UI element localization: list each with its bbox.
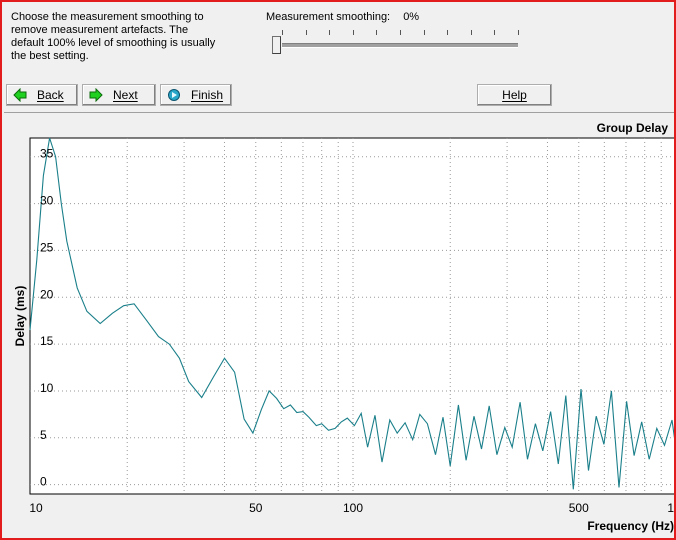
x-tick-label: 1 <box>667 501 674 515</box>
slider-tick <box>305 30 307 35</box>
back-button[interactable]: Back <box>6 84 78 106</box>
y-tick-label: 20 <box>40 287 54 301</box>
y-axis-label: Delay (ms) <box>13 286 27 347</box>
slider-tick <box>494 30 496 35</box>
x-axis-label: Frequency (Hz) <box>587 519 674 533</box>
chart-title: Group Delay <box>597 121 669 135</box>
finish-button-label: Finish <box>191 88 224 102</box>
slider-tick <box>282 30 283 35</box>
smoothing-label-text: Measurement smoothing: <box>266 11 391 23</box>
slider-tick <box>329 30 331 35</box>
slider-tick <box>352 30 354 35</box>
finish-dot-icon <box>168 89 180 101</box>
smoothing-value: 0% <box>403 11 420 23</box>
green-left-arrow-icon <box>13 88 27 102</box>
smoothing-label: Measurement smoothing: 0% <box>266 11 419 23</box>
x-tick-label: 50 <box>249 501 263 515</box>
finish-button[interactable]: Finish <box>160 84 232 106</box>
x-tick-label: 10 <box>29 501 43 515</box>
y-tick-label: 30 <box>40 194 54 208</box>
next-button[interactable]: Next <box>82 84 156 106</box>
y-tick-label: 25 <box>40 240 54 254</box>
y-tick-label: 10 <box>40 381 54 395</box>
wizard-window: Choose the measurement smoothing to remo… <box>0 0 676 540</box>
x-tick-label: 500 <box>569 501 589 515</box>
help-button[interactable]: Help <box>477 84 552 106</box>
group-delay-chart: 0 5 10 15 20 25 30 35 10 50 100 500 1 Group Delay F… <box>13 121 674 533</box>
group-delay-chart-panel: 0 5 10 15 20 25 30 35 10 50 100 500 1 Group Delay F… <box>4 112 674 538</box>
y-tick-label: 15 <box>40 334 54 348</box>
green-right-arrow-icon <box>89 88 103 102</box>
slider-tick <box>423 30 425 35</box>
y-tick-label: 35 <box>40 147 54 161</box>
slider-tick <box>400 30 401 35</box>
slider-tick <box>376 30 378 35</box>
y-tick-label: 0 <box>40 475 47 489</box>
slider-tick <box>518 30 519 35</box>
smoothing-slider-track[interactable] <box>282 43 518 48</box>
slider-ticks <box>276 30 526 36</box>
y-tick-label: 5 <box>40 428 47 442</box>
x-tick-labels: 10 50 100 500 1 <box>29 501 674 515</box>
smoothing-slider-thumb[interactable] <box>272 36 281 54</box>
slider-tick <box>470 30 472 35</box>
instructions-text: Choose the measurement smoothing to remo… <box>11 11 216 62</box>
slider-tick <box>447 30 449 35</box>
help-button-label: Help <box>502 88 527 102</box>
x-tick-label: 100 <box>343 501 363 515</box>
back-button-label: Back <box>37 88 64 102</box>
next-button-label: Next <box>113 88 138 102</box>
